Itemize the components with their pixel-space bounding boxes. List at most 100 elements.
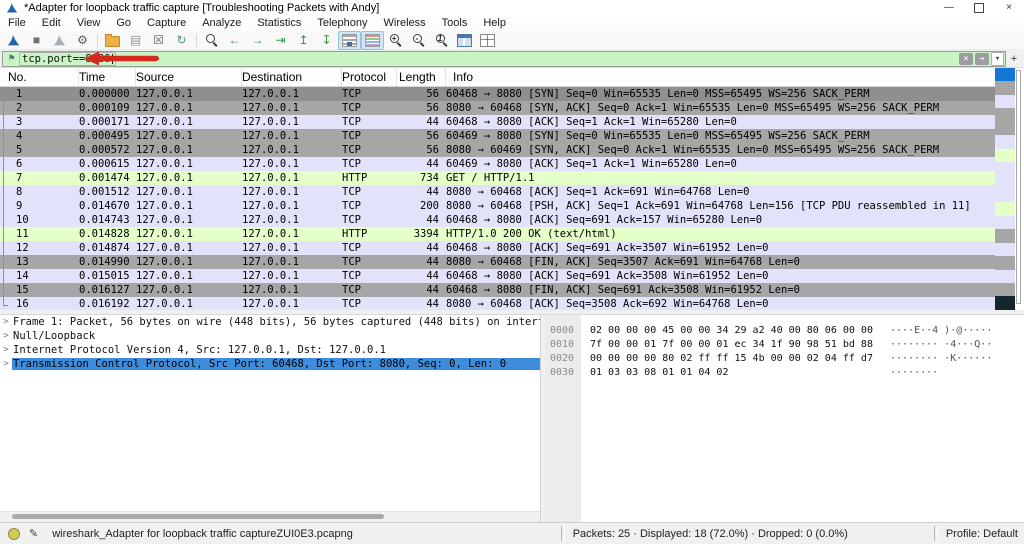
hex-row-0030[interactable]: 003001 03 03 08 01 01 04 02········ <box>545 365 1024 379</box>
start-capture-icon[interactable] <box>2 31 25 50</box>
packet-row-2[interactable]: 20.000109127.0.0.1127.0.0.1TCP568080 → 6… <box>0 101 995 115</box>
details-hscrollbar[interactable] <box>0 511 540 522</box>
detail-row-null-loopback[interactable]: >Null/Loopback <box>0 329 540 343</box>
capture-comment-icon[interactable]: ✎ <box>29 527 38 540</box>
minimize-button[interactable]: — <box>934 0 964 15</box>
packet-row-8[interactable]: 80.001512127.0.0.1127.0.0.1TCP448080 → 6… <box>0 185 995 199</box>
menu-analyze[interactable]: Analyze <box>194 17 249 29</box>
menu-capture[interactable]: Capture <box>139 17 194 29</box>
menu-help[interactable]: Help <box>475 17 514 29</box>
minimap-block-tcp <box>995 162 1015 175</box>
open-file-icon[interactable] <box>101 31 124 50</box>
filter-apply-button[interactable]: → <box>975 53 989 65</box>
expander-icon[interactable]: > <box>0 345 12 355</box>
filter-add-button[interactable]: + <box>1006 53 1022 65</box>
expander-icon[interactable]: > <box>0 359 12 369</box>
close-file-icon[interactable]: ☒ <box>147 31 170 50</box>
zoom-reset-icon[interactable]: 1 <box>430 31 453 50</box>
packet-row-7[interactable]: 70.001474127.0.0.1127.0.0.1HTTP734GET / … <box>0 171 995 185</box>
menu-edit[interactable]: Edit <box>34 17 69 29</box>
expander-icon[interactable]: > <box>0 317 12 327</box>
stop-capture-icon[interactable]: ■ <box>25 31 48 50</box>
minimap-block-http <box>995 202 1015 215</box>
profile-indicator[interactable]: Profile: Default <box>946 528 1018 540</box>
scrollbar-slider[interactable] <box>1016 70 1021 304</box>
go-last-icon-glyph: ↧ <box>321 34 331 46</box>
close-button[interactable]: × <box>994 0 1024 15</box>
packet-row-11[interactable]: 110.014828127.0.0.1127.0.0.1HTTP3394HTTP… <box>0 227 995 241</box>
menu-go[interactable]: Go <box>108 17 139 29</box>
column-header-no[interactable]: No. <box>0 68 79 86</box>
zoom-in-icon[interactable]: + <box>384 31 407 50</box>
minimap-block-syn <box>995 108 1015 121</box>
detail-row-frame[interactable]: >Frame 1: Packet, 56 bytes on wire (448 … <box>0 315 540 329</box>
intelligent-scrollbar[interactable] <box>995 68 1024 310</box>
menu-telephony[interactable]: Telephony <box>309 17 375 29</box>
capture-options-icon-glyph: ⚙ <box>77 34 88 46</box>
reload-icon[interactable]: ↻ <box>170 31 193 50</box>
minimap-block-http <box>995 149 1015 162</box>
packet-row-3[interactable]: 30.000171127.0.0.1127.0.0.1TCP4460468 → … <box>0 115 995 129</box>
restart-capture-icon[interactable] <box>48 31 71 50</box>
packet-row-13[interactable]: 130.014990127.0.0.1127.0.0.1TCP448080 → … <box>0 255 995 269</box>
display-filter-input[interactable]: ⚑ tcp.port==8080 × → ▾ <box>2 51 1006 67</box>
detail-row-ipv4[interactable]: >Internet Protocol Version 4, Src: 127.0… <box>0 343 540 357</box>
packet-row-14[interactable]: 140.015015127.0.0.1127.0.0.1TCP4460468 →… <box>0 269 995 283</box>
expert-info-icon[interactable] <box>8 528 20 540</box>
column-header-destination[interactable]: Destination <box>242 68 342 86</box>
auto-scroll-icon[interactable] <box>338 31 361 50</box>
detail-row-tcp[interactable]: >Transmission Control Protocol, Src Port… <box>0 357 540 371</box>
column-header-source[interactable]: Source <box>136 68 242 86</box>
zoom-in-icon-glyph: + <box>389 33 403 47</box>
save-file-icon[interactable]: ▤ <box>124 31 147 50</box>
packet-row-16[interactable]: 160.016192127.0.0.1127.0.0.1TCP448080 → … <box>0 297 995 310</box>
filter-text: tcp.port==8080 <box>22 53 111 65</box>
menu-wireless[interactable]: Wireless <box>376 17 434 29</box>
go-to-packet-icon[interactable]: ⇥ <box>269 31 292 50</box>
packet-row-15[interactable]: 150.016127127.0.0.1127.0.0.1TCP4460468 →… <box>0 283 995 297</box>
column-header-length[interactable]: Length <box>397 68 446 86</box>
colorize-icon[interactable] <box>361 31 384 50</box>
column-header-info[interactable]: Info <box>446 68 995 86</box>
maximize-button[interactable] <box>964 0 994 15</box>
go-back-icon[interactable]: ← <box>223 31 246 50</box>
packet-details-pane: >Frame 1: Packet, 56 bytes on wire (448 … <box>0 315 541 522</box>
packet-row-9[interactable]: 90.014670127.0.0.1127.0.0.1TCP2008080 → … <box>0 199 995 213</box>
menu-file[interactable]: File <box>0 17 34 29</box>
filter-clear-button[interactable]: × <box>959 53 973 65</box>
zoom-out-icon[interactable]: - <box>407 31 430 50</box>
menu-view[interactable]: View <box>69 17 109 29</box>
packet-row-6[interactable]: 60.000615127.0.0.1127.0.0.1TCP4460469 → … <box>0 157 995 171</box>
go-first-icon[interactable]: ↥ <box>292 31 315 50</box>
zoom-out-icon-glyph: - <box>412 33 426 47</box>
filter-text-wrap: tcp.port==8080 <box>19 52 116 66</box>
hex-row-0010[interactable]: 00107f 00 00 01 7f 00 00 01 ec 34 1f 90 … <box>545 337 1024 351</box>
packet-row-1[interactable]: 10.000000127.0.0.1127.0.0.1TCP5660468 → … <box>0 87 995 101</box>
minimap-block-tcp <box>995 216 1015 229</box>
expander-icon[interactable]: > <box>0 331 12 341</box>
filter-dropdown-button[interactable]: ▾ <box>991 52 1004 66</box>
close-file-icon-glyph: ☒ <box>153 34 164 46</box>
resize-columns-icon[interactable] <box>453 31 476 50</box>
capture-options-icon[interactable]: ⚙ <box>71 31 94 50</box>
reset-layout-icon[interactable] <box>476 31 499 50</box>
auto-scroll-icon-glyph <box>342 34 357 47</box>
menu-tools[interactable]: Tools <box>434 17 476 29</box>
statusbar: ✎ wireshark_Adapter for loopback traffic… <box>0 522 1024 544</box>
packet-row-4[interactable]: 40.000495127.0.0.1127.0.0.1TCP5660469 → … <box>0 129 995 143</box>
hex-row-0000[interactable]: 000002 00 00 00 45 00 00 34 29 a2 40 00 … <box>545 323 1024 337</box>
reset-layout-icon-glyph <box>480 34 495 47</box>
hex-row-0020[interactable]: 002000 00 00 00 80 02 ff ff 15 4b 00 00 … <box>545 351 1024 365</box>
go-last-icon[interactable]: ↧ <box>315 31 338 50</box>
packet-row-10[interactable]: 100.014743127.0.0.1127.0.0.1TCP4460468 →… <box>0 213 995 227</box>
details-hscrollbar-thumb[interactable] <box>12 514 384 519</box>
packet-row-5[interactable]: 50.000572127.0.0.1127.0.0.1TCP568080 → 6… <box>0 143 995 157</box>
menu-statistics[interactable]: Statistics <box>249 17 309 29</box>
save-file-icon-glyph: ▤ <box>130 34 141 46</box>
find-packet-icon[interactable] <box>200 31 223 50</box>
packet-row-12[interactable]: 120.014874127.0.0.1127.0.0.1TCP4460468 →… <box>0 241 995 255</box>
column-header-time[interactable]: Time <box>79 68 136 86</box>
go-forward-icon[interactable]: → <box>246 31 269 50</box>
bookmark-icon[interactable]: ⚑ <box>4 53 19 64</box>
column-header-protocol[interactable]: Protocol <box>342 68 397 86</box>
